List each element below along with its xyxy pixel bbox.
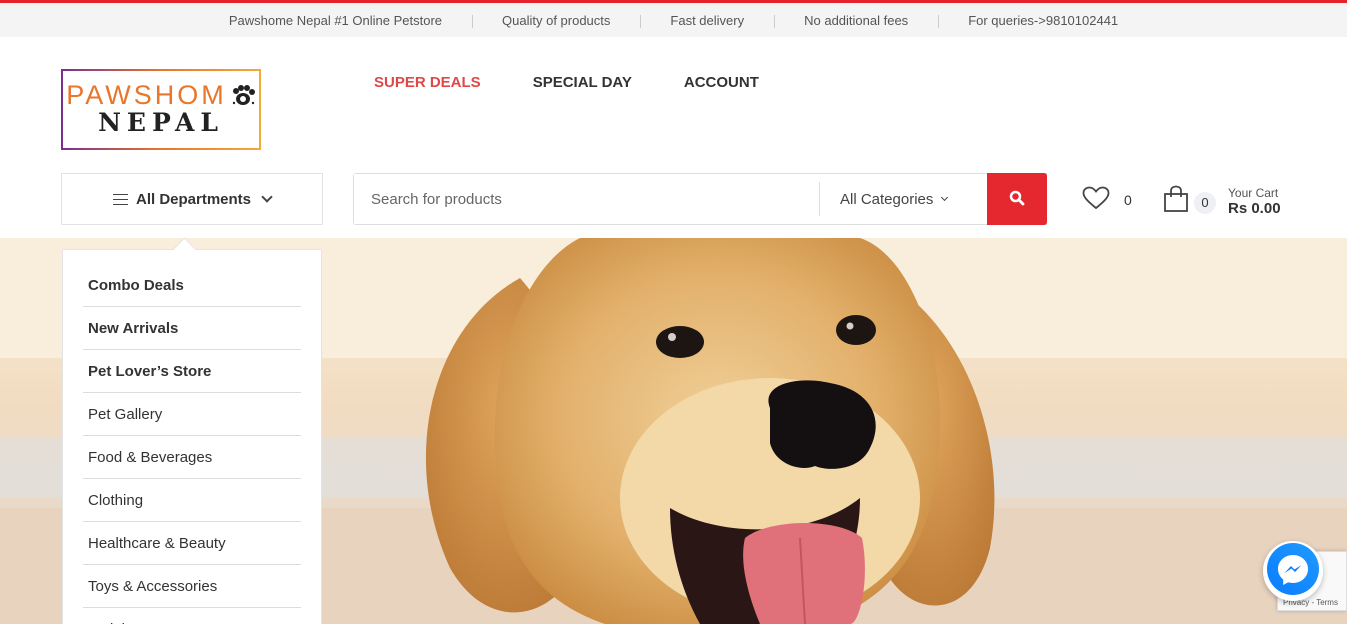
dept-item-food-beverages[interactable]: Food & Beverages <box>83 436 301 479</box>
search-input[interactable] <box>354 174 819 224</box>
chevron-down-icon <box>941 193 949 202</box>
dept-item-new-arrivals[interactable]: New Arrivals <box>83 307 301 350</box>
cart-label: Your Cart <box>1228 185 1279 200</box>
all-departments-label: All Departments <box>135 190 252 208</box>
topbar-quality: Quality of products <box>472 13 640 28</box>
site-logo[interactable]: PAWSHOM NEPAL <box>61 69 261 150</box>
departments-dropdown: Combo Deals New Arrivals Pet Lover’s Sto… <box>62 249 322 624</box>
dept-item-pet-gallery[interactable]: Pet Gallery <box>83 393 301 436</box>
search-bar: All Categories <box>353 173 1047 225</box>
topbar-delivery: Fast delivery <box>640 13 774 28</box>
cart-link[interactable]: 0 Your Cart Rs 0.00 <box>1163 185 1281 218</box>
shopping-bag-icon <box>1163 185 1189 218</box>
paw-icon <box>230 83 256 109</box>
hamburger-icon <box>112 193 128 205</box>
top-info-bar: Pawshome Nepal #1 Online Petstore Qualit… <box>0 0 1347 37</box>
main-nav: SUPER DEALS SPECIAL DAY ACCOUNT <box>374 74 759 91</box>
messenger-chat-button[interactable] <box>1263 541 1323 601</box>
all-departments-button[interactable]: All Departments <box>61 173 323 225</box>
dept-item-clothing[interactable]: Clothing <box>83 479 301 522</box>
category-select[interactable]: All Categories <box>819 182 987 216</box>
topbar-contact: For queries->9810102441 <box>938 13 1148 28</box>
dept-item-combo-deals[interactable]: Combo Deals <box>83 264 301 307</box>
logo-text-bottom: NEPAL <box>98 108 224 137</box>
cart-count-badge: 0 <box>1194 191 1216 214</box>
logo-text-top: PAWSHOM <box>66 80 227 110</box>
category-select-value: All Categories <box>840 190 934 208</box>
dept-item-healthcare-beauty[interactable]: Healthcare & Beauty <box>83 522 301 565</box>
heart-icon <box>1082 186 1110 213</box>
topbar-tagline: Pawshome Nepal #1 Online Petstore <box>228 12 443 28</box>
nav-account[interactable]: ACCOUNT <box>684 74 759 91</box>
dept-item-toys-accessories[interactable]: Toys & Accessories <box>83 565 301 608</box>
messenger-icon <box>1267 542 1319 600</box>
chevron-down-icon <box>261 191 273 203</box>
wishlist-count: 0 <box>1124 191 1132 208</box>
search-icon <box>1009 190 1025 209</box>
search-button[interactable] <box>987 173 1047 225</box>
wishlist-link[interactable]: 0 <box>1082 186 1132 213</box>
nav-special-day[interactable]: SPECIAL DAY <box>533 74 632 91</box>
cart-total: Rs 0.00 <box>1228 199 1281 217</box>
dept-item-pet-lovers-store[interactable]: Pet Lover’s Store <box>83 350 301 393</box>
dept-item-trainings[interactable]: Trainings <box>83 608 301 624</box>
nav-super-deals[interactable]: SUPER DEALS <box>374 74 481 91</box>
topbar-fees: No additional fees <box>774 13 938 28</box>
